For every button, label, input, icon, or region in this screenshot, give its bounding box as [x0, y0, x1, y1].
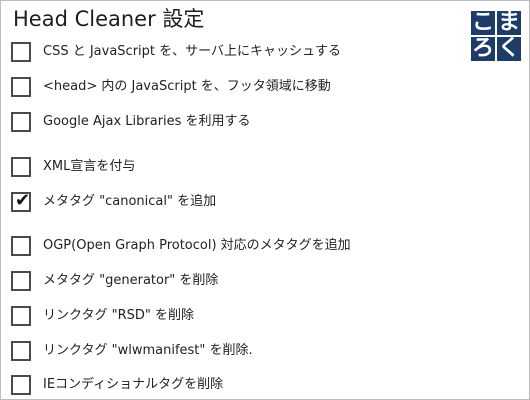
option-label: IEコンディショナルタグを削除 [43, 377, 224, 392]
option-label: XML宣言を付与 [43, 159, 136, 174]
option-label: <head> 内の JavaScript を、フッタ領域に移動 [43, 79, 331, 94]
option-label: Google Ajax Libraries を利用する [43, 114, 251, 129]
checkbox[interactable]: ✔ [11, 42, 31, 62]
option-label: リンクタグ "wlwmanifest" を削除. [43, 343, 253, 358]
option-remove-rsd[interactable]: ✔ リンクタグ "RSD" を削除 [11, 306, 511, 330]
logo-char: ま [496, 10, 522, 36]
checkbox[interactable]: ✔ [11, 157, 31, 177]
checkbox[interactable]: ✔ [11, 112, 31, 132]
option-remove-generator[interactable]: ✔ メタタグ "generator" を削除 [11, 271, 511, 295]
option-label: リンクタグ "RSD" を削除 [43, 308, 194, 323]
checkbox[interactable]: ✔ [11, 271, 31, 291]
option-remove-wlwmanifest[interactable]: ✔ リンクタグ "wlwmanifest" を削除. [11, 341, 511, 365]
checkbox[interactable]: ✔ [11, 77, 31, 97]
option-label: CSS と JavaScript を、サーバ上にキャッシュする [43, 44, 342, 59]
checkmark-icon: ✔ [15, 190, 31, 211]
checkbox[interactable]: ✔ [11, 375, 31, 395]
checkbox[interactable]: ✔ [11, 306, 31, 326]
checkbox[interactable]: ✔ [11, 236, 31, 256]
option-xml-declaration[interactable]: ✔ XML宣言を付与 [11, 157, 511, 181]
logo-char: こ [470, 10, 496, 36]
option-label: メタタグ "generator" を削除 [43, 273, 219, 288]
checkbox[interactable]: ✔ [11, 190, 31, 212]
option-google-ajax-libraries[interactable]: ✔ Google Ajax Libraries を利用する [11, 112, 511, 136]
option-js-to-footer[interactable]: ✔ <head> 内の JavaScript を、フッタ領域に移動 [11, 77, 511, 101]
checkbox[interactable]: ✔ [11, 341, 31, 361]
option-canonical-meta[interactable]: ✔ メタタグ "canonical" を追加 [11, 190, 511, 216]
option-ogp-meta[interactable]: ✔ OGP(Open Graph Protocol) 対応のメタタグを追加 [11, 236, 511, 260]
settings-panel: Head Cleaner 設定 こ ま ろ く ✔ CSS と JavaScri… [0, 0, 530, 400]
option-css-js-cache[interactable]: ✔ CSS と JavaScript を、サーバ上にキャッシュする [11, 42, 511, 66]
option-remove-ie-conditional[interactable]: ✔ IEコンディショナルタグを削除 [11, 375, 511, 399]
option-label: OGP(Open Graph Protocol) 対応のメタタグを追加 [43, 238, 351, 253]
page-title: Head Cleaner 設定 [13, 7, 205, 31]
option-label: メタタグ "canonical" を追加 [43, 194, 217, 209]
